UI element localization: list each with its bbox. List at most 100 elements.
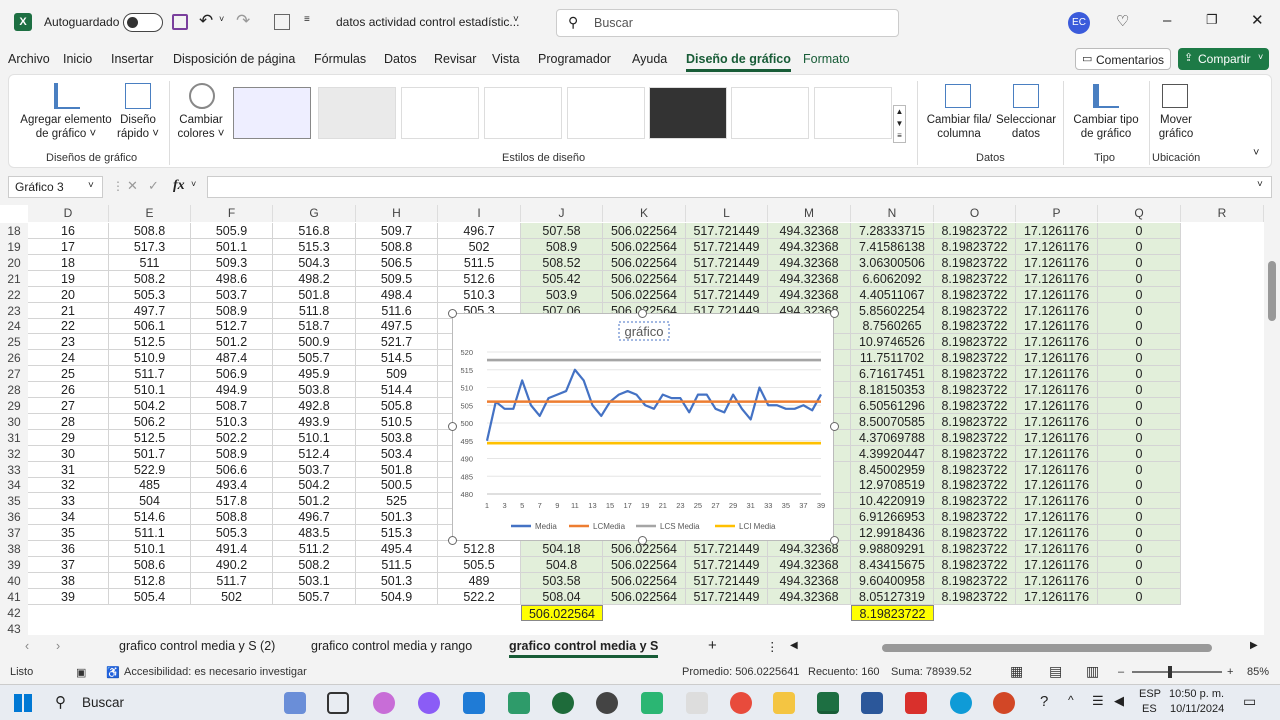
cell[interactable]: 506.5 [356,254,438,271]
menu-archivo[interactable]: Archivo [8,52,50,66]
cell[interactable]: 8.19823722 [934,238,1016,255]
more-sheets-icon[interactable]: ⋮ [766,639,779,654]
zoom-out-icon[interactable]: – [1118,666,1124,678]
cell[interactable]: 512.5 [109,334,191,351]
file-explorer-icon[interactable] [773,692,795,714]
cell[interactable]: 18 [28,254,109,271]
cell[interactable]: 0 [1098,270,1181,287]
cell[interactable]: 512.6 [438,270,521,287]
cell[interactable]: 4.40511067 [851,286,934,303]
cell[interactable]: 508.6 [109,556,191,573]
cell[interactable]: 497.5 [356,318,438,335]
cell[interactable]: 17.1261176 [1016,509,1098,526]
cell[interactable]: 490.2 [191,556,273,573]
row-header[interactable]: 31 [0,429,28,446]
row-header[interactable]: 23 [0,302,28,319]
cell[interactable]: 12.9708519 [851,477,934,494]
app-icon[interactable] [641,692,663,714]
cell[interactable]: 8.19823722 [934,366,1016,383]
cell[interactable]: 9.60400958 [851,572,934,589]
cell[interactable]: 8.05127319 [851,588,934,605]
row-header[interactable]: 35 [0,493,28,510]
menu-vista[interactable]: Vista [492,52,520,66]
page-layout-icon[interactable]: ▤ [1049,663,1062,680]
row-header[interactable]: 28 [0,382,28,398]
app-icon[interactable] [552,692,574,714]
cell[interactable]: 510.1 [109,382,191,398]
vscode-icon[interactable] [463,692,485,714]
cell[interactable]: 12.9918436 [851,525,934,542]
cell[interactable]: 498.6 [191,270,273,287]
word-taskbar-icon[interactable] [861,692,883,714]
styles-scroll[interactable]: ▲ ▼ ≡ [893,105,906,143]
cell[interactable]: 517.721449 [686,223,768,239]
row-header[interactable]: 25 [0,334,28,351]
row-header[interactable]: 41 [0,588,28,605]
cell[interactable]: 517.721449 [686,270,768,287]
cell[interactable]: 6.71617451 [851,366,934,383]
cell[interactable]: 511.2 [273,541,356,557]
cell[interactable]: 8.19823722 [934,382,1016,398]
cell[interactable]: 504.2 [273,477,356,494]
cell[interactable]: 8.19823722 [934,556,1016,573]
undo-dropdown-icon[interactable]: ˅ [219,14,224,24]
chart-style-1[interactable] [233,87,311,139]
column-header[interactable]: O [934,205,1016,222]
cell[interactable]: 497.7 [109,302,191,319]
cell[interactable]: 17.1261176 [1016,588,1098,605]
cell[interactable]: 22 [28,318,109,335]
taskbar-search[interactable]: Buscar [82,695,124,710]
resize-handle[interactable] [448,536,457,545]
user-avatar[interactable]: EC [1068,12,1090,34]
clock-time[interactable]: 10:50 p. m. [1169,688,1224,700]
close-icon[interactable]: ✕ [1251,11,1264,29]
form-icon[interactable] [274,14,290,30]
cell[interactable]: 0 [1098,572,1181,589]
cell[interactable]: 517.721449 [686,556,768,573]
save-icon[interactable] [172,14,188,30]
cell[interactable]: 8.19823722 [934,286,1016,303]
cell[interactable]: 39 [28,588,109,605]
cell[interactable]: 509.7 [356,223,438,239]
cell[interactable]: 502 [438,238,521,255]
cell[interactable]: 32 [28,477,109,494]
column-header[interactable]: J [521,205,603,222]
cell[interactable]: 38 [28,572,109,589]
chart-style-3[interactable] [401,87,479,139]
menu-datos[interactable]: Datos [384,52,417,66]
cell[interactable]: 17.1261176 [1016,286,1098,303]
cell[interactable]: 6.91266953 [851,509,934,526]
acrobat-icon[interactable] [905,692,927,714]
cell[interactable]: 17.1261176 [1016,477,1098,494]
cell[interactable]: 19 [28,270,109,287]
cell[interactable]: 37 [28,556,109,573]
cell[interactable]: 494.32368 [768,270,851,287]
cell[interactable]: 517.3 [109,238,191,255]
cell[interactable]: 512.5 [109,429,191,446]
cell[interactable]: 503.7 [273,461,356,478]
cell[interactable]: 508.2 [109,270,191,287]
file-name[interactable]: datos actividad control estadístic... [336,15,519,29]
cell[interactable]: 506.022564 [603,572,686,589]
minimize-icon[interactable]: – [1163,12,1171,29]
switch-row-column-button[interactable]: Cambiar fila/ columna [923,113,995,141]
cell[interactable]: 8.19823722 [934,445,1016,462]
filename-dropdown-icon[interactable]: ˅ [513,14,519,25]
cell[interactable]: 517.721449 [686,588,768,605]
app-icon[interactable] [418,692,440,714]
cell[interactable]: 494.32368 [768,238,851,255]
move-chart-button[interactable]: Mover gráfico [1151,113,1201,141]
row-header[interactable]: 38 [0,541,28,557]
sheet-tab-active[interactable]: grafico control media y S [509,639,659,658]
resize-handle[interactable] [448,309,457,318]
cell[interactable]: 17.1261176 [1016,318,1098,335]
cell[interactable]: 505.9 [191,223,273,239]
cell[interactable]: 6.6062092 [851,270,934,287]
cell[interactable]: 503.58 [521,572,603,589]
cell[interactable]: 485 [109,477,191,494]
cell[interactable]: 8.45002959 [851,461,934,478]
cell[interactable]: 0 [1098,541,1181,557]
excel-taskbar-icon[interactable] [817,692,839,714]
cell[interactable]: 4.39920447 [851,445,934,462]
cell[interactable]: 503.8 [273,382,356,398]
